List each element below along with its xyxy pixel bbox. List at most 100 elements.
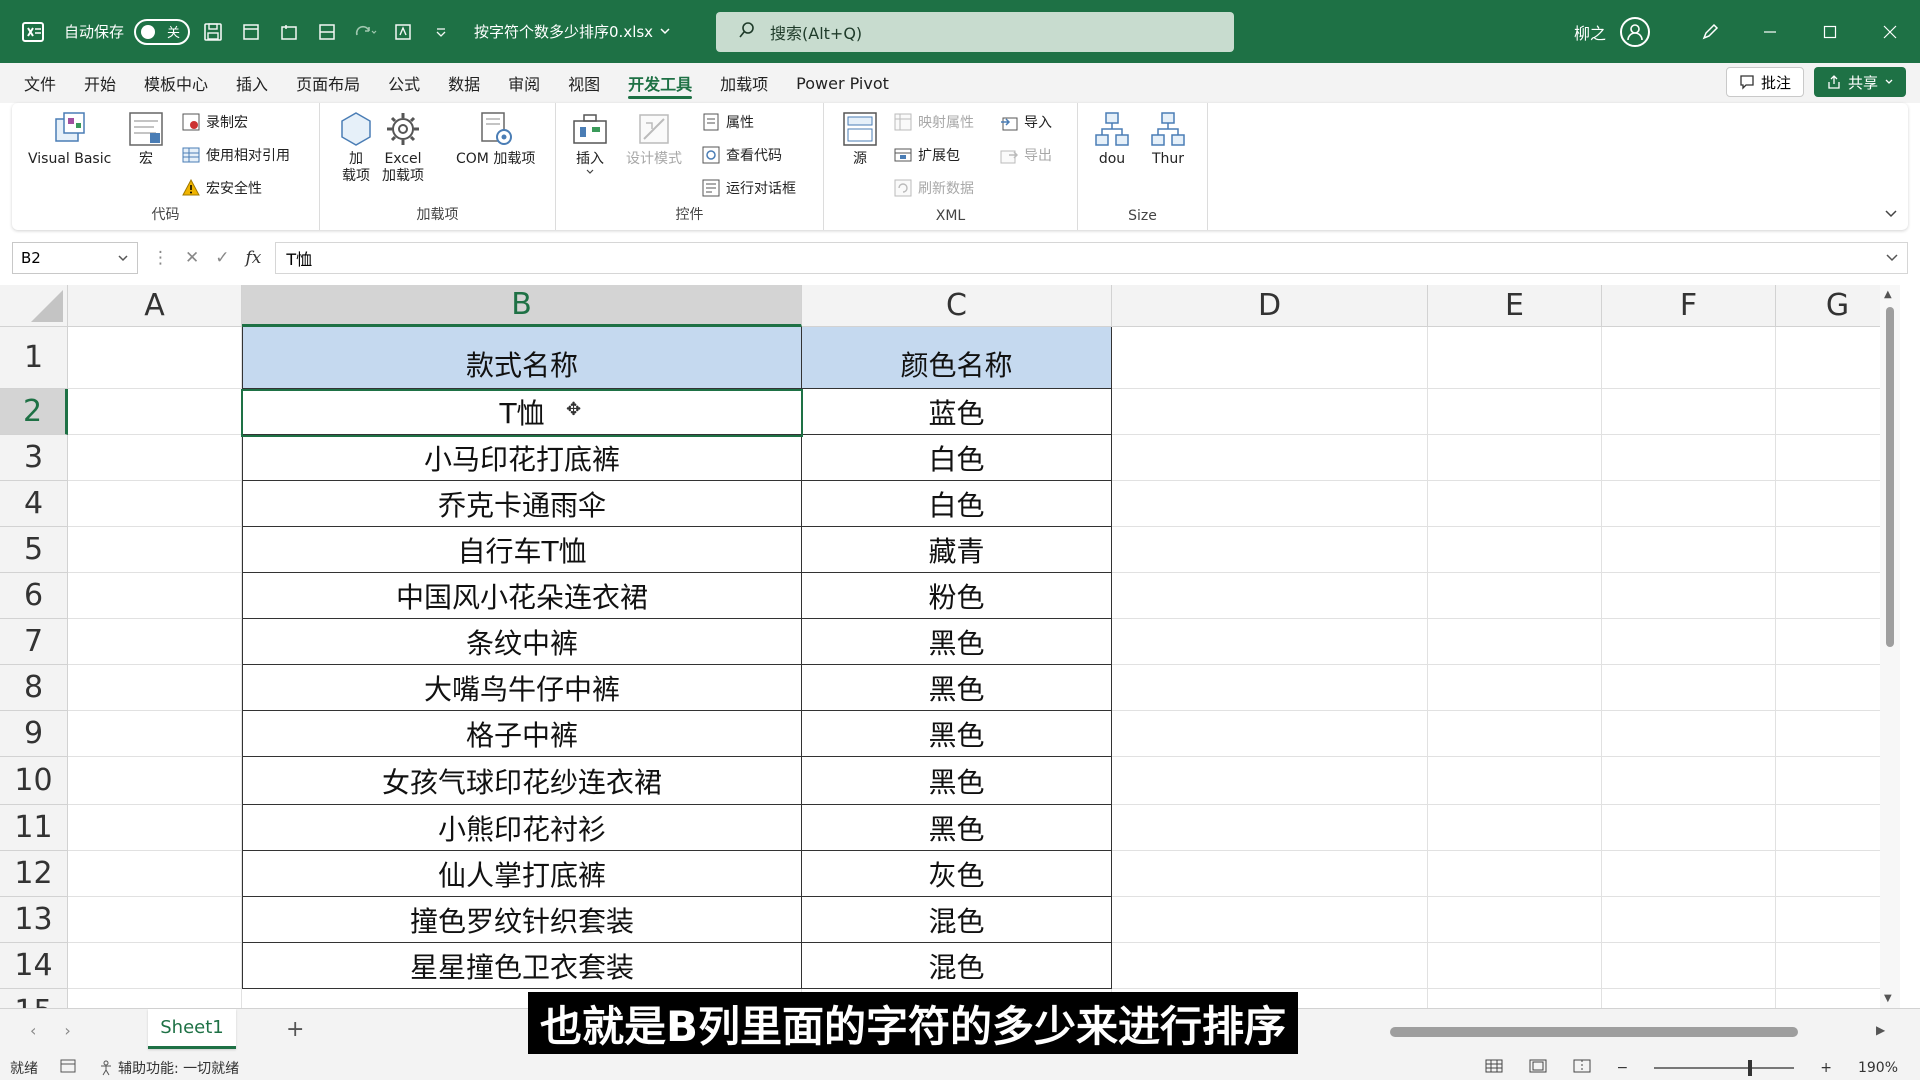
cell-b14[interactable]: 星星撞色卫衣套装 — [242, 943, 802, 989]
cell-f7[interactable] — [1602, 619, 1776, 665]
tab-review[interactable]: 审阅 — [494, 63, 554, 103]
row-header-8[interactable]: 8 — [0, 665, 68, 711]
cell-f14[interactable] — [1602, 943, 1776, 989]
scroll-right-icon[interactable]: ▶ — [1876, 1023, 1885, 1037]
view-code-button[interactable]: 查看代码 — [702, 143, 782, 167]
cell-c8[interactable]: 黑色 — [802, 665, 1112, 711]
insert-function-icon[interactable]: fx — [246, 248, 262, 268]
row-header-3[interactable]: 3 — [0, 435, 68, 481]
visual-basic-button[interactable]: Visual Basic — [28, 109, 111, 168]
select-all-button[interactable] — [0, 285, 68, 327]
tab-template-center[interactable]: 模板中心 — [130, 63, 222, 103]
cell-d9[interactable] — [1112, 711, 1428, 757]
cell-a8[interactable] — [68, 665, 242, 711]
pen-icon[interactable] — [1680, 0, 1740, 63]
zoom-slider-thumb[interactable] — [1748, 1060, 1753, 1076]
scroll-down-icon[interactable]: ▼ — [1884, 993, 1892, 1004]
cell-c4[interactable]: 白色 — [802, 481, 1112, 527]
row-header-11[interactable]: 11 — [0, 805, 68, 851]
cell-d5[interactable] — [1112, 527, 1428, 573]
cell-b11[interactable]: 小熊印花衬衫 — [242, 805, 802, 851]
expansion-packs-button[interactable]: 扩展包 — [894, 143, 960, 167]
row-header-4[interactable]: 4 — [0, 481, 68, 527]
save-icon[interactable] — [198, 17, 228, 47]
cell-d7[interactable] — [1112, 619, 1428, 665]
record-macro-button[interactable]: 录制宏 — [182, 110, 248, 134]
zoom-out-icon[interactable]: − — [1617, 1060, 1629, 1076]
dou-button[interactable]: dou — [1092, 109, 1132, 168]
cell-e10[interactable] — [1428, 757, 1602, 805]
column-header-a[interactable]: A — [68, 285, 242, 327]
normal-view-icon[interactable] — [1485, 1059, 1503, 1077]
cell-e7[interactable] — [1428, 619, 1602, 665]
cell-c2[interactable]: 蓝色 — [802, 389, 1112, 435]
cell-c12[interactable]: 灰色 — [802, 851, 1112, 897]
cell-a15[interactable] — [68, 989, 242, 1008]
cell-c3[interactable]: 白色 — [802, 435, 1112, 481]
tab-home[interactable]: 开始 — [70, 63, 130, 103]
enter-icon[interactable]: ✓ — [215, 248, 229, 268]
tab-page-layout[interactable]: 页面布局 — [282, 63, 374, 103]
qat-form-icon[interactable] — [236, 17, 266, 47]
cell-f12[interactable] — [1602, 851, 1776, 897]
cell-a12[interactable] — [68, 851, 242, 897]
qat-layout-icon[interactable] — [312, 17, 342, 47]
cell-e1[interactable] — [1428, 327, 1602, 389]
cell-d2[interactable] — [1112, 389, 1428, 435]
cancel-icon[interactable]: ✕ — [185, 248, 199, 268]
row-header-6[interactable]: 6 — [0, 573, 68, 619]
cell-a4[interactable] — [68, 481, 242, 527]
sheet-prev-icon[interactable]: ‹ — [30, 1021, 36, 1040]
more-options-icon[interactable]: ⋮ — [152, 248, 169, 268]
cell-e8[interactable] — [1428, 665, 1602, 711]
cell-d4[interactable] — [1112, 481, 1428, 527]
cell-c9[interactable]: 黑色 — [802, 711, 1112, 757]
excel-addins-button[interactable]: Excel 加载项 — [382, 109, 424, 185]
user-name[interactable]: 柳之 — [1574, 20, 1606, 44]
row-header-13[interactable]: 13 — [0, 897, 68, 943]
tab-power-pivot[interactable]: Power Pivot — [782, 63, 903, 103]
redo-icon[interactable] — [350, 17, 380, 47]
cell-e6[interactable] — [1428, 573, 1602, 619]
zoom-in-icon[interactable]: + — [1820, 1060, 1832, 1076]
properties-button[interactable]: 属性 — [702, 110, 754, 134]
qat-new-icon[interactable] — [274, 17, 304, 47]
macro-security-button[interactable]: 宏安全性 — [182, 176, 262, 200]
cell-f4[interactable] — [1602, 481, 1776, 527]
cell-f6[interactable] — [1602, 573, 1776, 619]
vertical-scrollbar[interactable]: ▲ ▼ — [1880, 285, 1900, 1008]
cell-f3[interactable] — [1602, 435, 1776, 481]
cell-c7[interactable]: 黑色 — [802, 619, 1112, 665]
row-header-1[interactable]: 1 — [0, 327, 68, 389]
cell-b4[interactable]: 乔克卡通雨伞 — [242, 481, 802, 527]
tab-formulas[interactable]: 公式 — [374, 63, 434, 103]
cell-d13[interactable] — [1112, 897, 1428, 943]
macros-button[interactable]: 宏 — [126, 109, 166, 168]
formula-input[interactable]: T恤 — [275, 242, 1908, 274]
cell-e14[interactable] — [1428, 943, 1602, 989]
cell-f9[interactable] — [1602, 711, 1776, 757]
comments-button[interactable]: 批注 — [1725, 67, 1804, 97]
maximize-button[interactable] — [1800, 0, 1860, 63]
vertical-scroll-thumb[interactable] — [1886, 307, 1894, 647]
design-mode-button[interactable]: 设计模式 — [626, 109, 682, 168]
qat-customize-icon[interactable] — [426, 17, 456, 47]
cell-f1[interactable] — [1602, 327, 1776, 389]
row-header-7[interactable]: 7 — [0, 619, 68, 665]
column-header-c[interactable]: C — [802, 285, 1112, 327]
cell-b2[interactable]: T恤 — [242, 389, 802, 435]
cell-e15[interactable] — [1428, 989, 1602, 1008]
cell-b10[interactable]: 女孩气球印花纱连衣裙 — [242, 757, 802, 805]
cell-a10[interactable] — [68, 757, 242, 805]
zoom-level[interactable]: 190% — [1858, 1060, 1898, 1076]
tab-data[interactable]: 数据 — [434, 63, 494, 103]
insert-control-button[interactable]: 插入 — [570, 109, 610, 176]
column-header-d[interactable]: D — [1112, 285, 1428, 327]
refresh-data-button[interactable]: 刷新数据 — [894, 176, 974, 200]
cell-b8[interactable]: 大嘴鸟牛仔中裤 — [242, 665, 802, 711]
map-properties-button[interactable]: 映射属性 — [894, 110, 974, 134]
cell-d1[interactable] — [1112, 327, 1428, 389]
cell-c5[interactable]: 藏青 — [802, 527, 1112, 573]
close-button[interactable] — [1860, 0, 1920, 63]
row-header-14[interactable]: 14 — [0, 943, 68, 989]
